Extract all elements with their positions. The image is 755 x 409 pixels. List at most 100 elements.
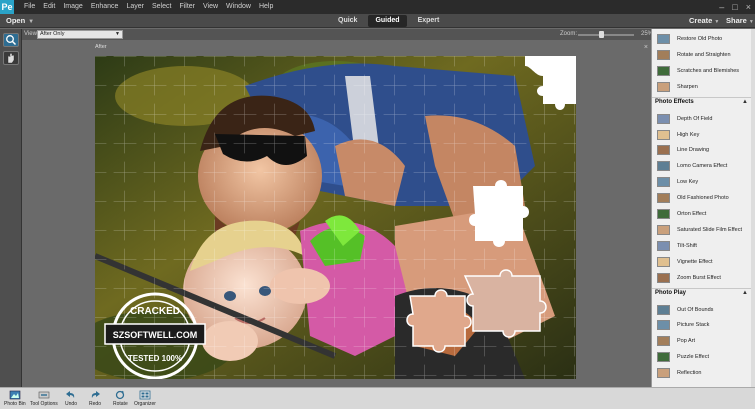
open-button[interactable]: Open ▼ xyxy=(6,15,34,28)
menu-enhance[interactable]: Enhance xyxy=(87,0,123,14)
hand-tool[interactable] xyxy=(2,51,19,65)
lifted-puzzle-piece xyxy=(463,269,547,338)
panel-item-reflection[interactable]: Reflection xyxy=(657,367,701,379)
photo-bin-icon xyxy=(9,390,21,400)
view-select-value: After Only xyxy=(40,31,65,37)
panel-item-rotate-and-straighten[interactable]: Rotate and Straighten xyxy=(657,49,731,61)
tab-guided[interactable]: Guided xyxy=(368,15,407,27)
organizer-icon xyxy=(139,390,151,400)
svg-text:CRACKED: CRACKED xyxy=(130,306,180,317)
photoshop-elements-window: Pe File Edit Image Enhance Layer Select … xyxy=(0,0,755,409)
view-options-bar: View: After Only ▼ Zoom: 25% xyxy=(22,29,653,40)
zoom-slider-track[interactable] xyxy=(578,34,634,36)
collapse-chevron-icon[interactable]: ▲ xyxy=(742,99,748,105)
view-select[interactable]: After Only ▼ xyxy=(37,30,123,39)
undo-icon xyxy=(66,391,75,398)
menu-edit[interactable]: Edit xyxy=(39,0,59,14)
panel-item-line-drawing[interactable]: Line Drawing xyxy=(657,144,709,156)
hand-icon xyxy=(7,52,14,64)
close-icon[interactable]: × xyxy=(644,44,648,51)
effect-thumbnail-icon xyxy=(657,368,670,379)
photo-bin-button[interactable]: Photo Bin xyxy=(4,390,26,407)
zoom-tool[interactable] xyxy=(2,33,19,47)
effect-thumbnail-icon xyxy=(657,352,670,363)
menu-select[interactable]: Select xyxy=(148,0,175,14)
panel-item-low-key[interactable]: Low Key xyxy=(657,176,698,188)
chevron-down-icon: ▼ xyxy=(714,19,720,25)
bottom-toolbar: Photo Bin Tool Options Undo Redo Rotate … xyxy=(0,387,755,409)
effect-thumbnail-icon xyxy=(657,34,670,44)
effect-thumbnail-icon xyxy=(657,256,670,267)
panel-item-label: Rotate and Straighten xyxy=(677,51,731,58)
zoom-slider-thumb[interactable] xyxy=(599,31,604,38)
panel-item-label: Low Key xyxy=(677,179,699,186)
section-header-photo-play[interactable]: Photo Play xyxy=(655,290,686,300)
zoom-label: Zoom: xyxy=(560,31,578,37)
menu-filter[interactable]: Filter xyxy=(175,0,199,14)
menu-help[interactable]: Help xyxy=(255,0,277,14)
panel-item-label: Puzzle Effect xyxy=(677,354,709,361)
effect-thumbnail-icon xyxy=(657,49,670,60)
panel-item-depth-of-field[interactable]: Depth Of Field xyxy=(657,113,712,125)
panel-item-tilt-shift[interactable]: Tilt-Shift xyxy=(657,240,697,252)
organizer-button[interactable]: Organizer xyxy=(134,390,156,407)
redo-button[interactable]: Redo xyxy=(89,390,101,407)
tool-panel xyxy=(0,29,22,387)
chevron-down-icon: ▼ xyxy=(115,31,120,37)
panel-item-out-of-bounds[interactable]: Out Of Bounds xyxy=(657,304,713,316)
menu-view[interactable]: View xyxy=(199,0,222,14)
effect-thumbnail-icon xyxy=(657,81,670,92)
close-window-icon[interactable]: × xyxy=(746,0,751,14)
undo-label: Undo xyxy=(65,401,77,407)
panel-item-pop-art[interactable]: Pop Art xyxy=(657,335,695,347)
effect-thumbnail-icon xyxy=(657,145,670,156)
puzzle-gap-middle xyxy=(469,180,529,247)
effect-thumbnail-icon xyxy=(657,65,670,76)
minimize-icon[interactable]: – xyxy=(719,0,724,14)
panel-item-vignette-effect[interactable]: Vignette Effect xyxy=(657,256,713,268)
panel-item-saturated-slide-film-effect[interactable]: Saturated Slide Film Effect xyxy=(657,224,742,236)
tab-expert[interactable]: Expert xyxy=(411,15,447,27)
app-logo-icon: Pe xyxy=(0,0,14,14)
panel-item-label: Tilt-Shift xyxy=(677,242,697,249)
image-canvas[interactable]: After × CRACKED SZSOFTWELL.COM TESTED 10… xyxy=(22,40,651,387)
panel-item-label: Vignette Effect xyxy=(677,258,713,265)
magnifier-icon xyxy=(5,35,16,46)
rotate-button[interactable]: Rotate xyxy=(113,390,128,407)
menu-window[interactable]: Window xyxy=(222,0,255,14)
panel-item-puzzle-effect[interactable]: Puzzle Effect xyxy=(657,351,709,363)
panel-item-old-fashioned-photo[interactable]: Old Fashioned Photo xyxy=(657,192,729,204)
panel-item-label: High Key xyxy=(677,131,700,138)
panel-item-label: Sharpen xyxy=(677,83,698,90)
svg-text:SZSOFTWELL.COM: SZSOFTWELL.COM xyxy=(113,330,198,340)
menu-file[interactable]: File xyxy=(20,0,39,14)
create-button[interactable]: Create ▼ xyxy=(689,15,719,28)
rotate-label: Rotate xyxy=(113,401,128,407)
panel-item-high-key[interactable]: High Key xyxy=(657,129,699,141)
after-view-label: After xyxy=(95,44,107,50)
panel-item-label: Saturated Slide Film Effect xyxy=(677,226,743,233)
panel-item-picture-stack[interactable]: Picture Stack xyxy=(657,319,709,331)
rotate-icon xyxy=(116,390,125,400)
section-header-photo-effects[interactable]: Photo Effects xyxy=(655,99,694,109)
tool-options-icon xyxy=(38,391,50,399)
restore-icon[interactable]: □ xyxy=(732,0,737,14)
panel-item-zoom-burst-effect[interactable]: Zoom Burst Effect xyxy=(657,272,721,284)
menu-list: File Edit Image Enhance Layer Select Fil… xyxy=(20,0,277,14)
panel-item-label: Reflection xyxy=(677,370,702,377)
panel-item-sharpen[interactable]: Sharpen xyxy=(657,81,698,93)
share-button[interactable]: Share ▼ xyxy=(726,15,754,28)
effect-thumbnail-icon xyxy=(657,272,670,283)
tab-quick[interactable]: Quick xyxy=(331,15,364,27)
menu-image[interactable]: Image xyxy=(59,0,86,14)
panel-scrollbar[interactable] xyxy=(751,29,755,387)
panel-item-scratches-and-blemishes[interactable]: Scratches and Blemishes xyxy=(657,65,739,77)
tool-options-button[interactable]: Tool Options xyxy=(30,390,58,407)
organizer-label: Organizer xyxy=(134,401,156,407)
undo-button[interactable]: Undo xyxy=(65,390,77,407)
panel-item-lomo-camera-effect[interactable]: Lomo Camera Effect xyxy=(657,160,727,172)
menu-layer[interactable]: Layer xyxy=(122,0,148,14)
panel-item-restore-old-photo[interactable]: Restore Old Photo xyxy=(657,33,722,45)
panel-item-orton-effect[interactable]: Orton Effect xyxy=(657,208,706,220)
collapse-chevron-icon[interactable]: ▲ xyxy=(742,290,748,296)
